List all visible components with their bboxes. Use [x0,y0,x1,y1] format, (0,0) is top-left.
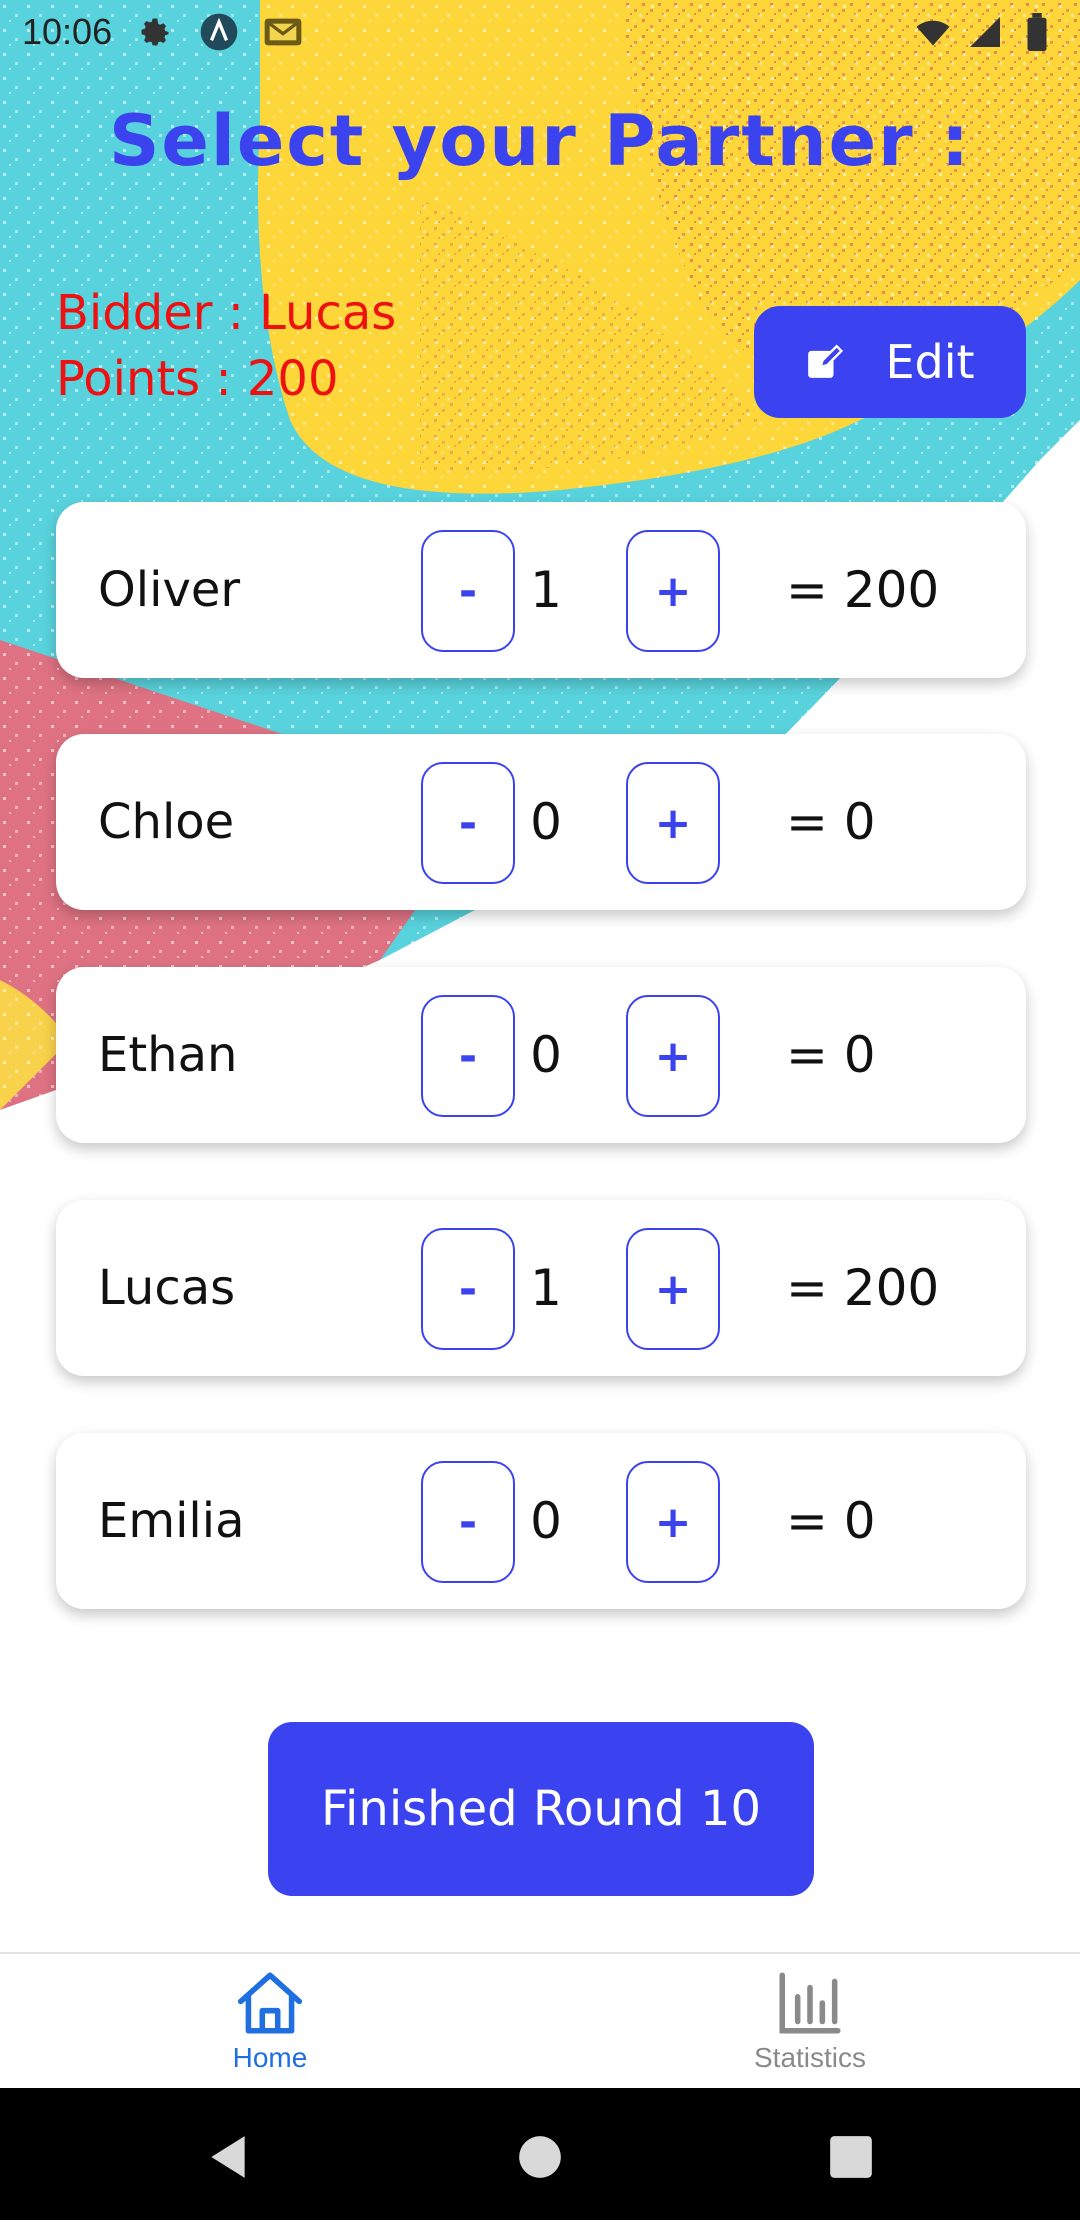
tab-statistics[interactable]: Statistics [660,1954,960,2090]
battery-icon [1016,11,1058,53]
player-card-emilia: Emilia - 0 + = 0 [56,1433,1026,1609]
home-icon [237,1972,303,2034]
decrement-button[interactable]: - [421,530,515,652]
player-card-chloe: Chloe - 0 + = 0 [56,734,1026,910]
signal-icon [964,11,1006,53]
edit-button[interactable]: Edit [754,306,1026,418]
player-count: 0 [530,793,562,851]
increment-button[interactable]: + [626,530,720,652]
edit-button-label: Edit [885,335,975,389]
increment-button[interactable]: + [626,995,720,1117]
player-name: Oliver [98,562,241,618]
status-bar: 10:06 [0,0,1080,64]
decrement-button[interactable]: - [421,995,515,1117]
back-icon[interactable] [203,2132,253,2182]
decrement-button[interactable]: - [421,1228,515,1350]
tab-home[interactable]: Home [120,1954,420,2090]
wifi-icon [912,11,954,53]
player-name: Emilia [98,1493,245,1549]
player-count: 0 [530,1026,562,1084]
player-card-ethan: Ethan - 0 + = 0 [56,967,1026,1143]
decrement-button[interactable]: - [421,1461,515,1583]
android-studio-icon [198,11,240,53]
bottom-nav: Home Statistics [0,1952,1080,2088]
bar-chart-icon [779,1972,841,2034]
player-name: Chloe [98,794,235,850]
bid-info: Bidder : Lucas Points : 200 [56,280,396,412]
player-total: = 200 [786,561,940,619]
system-nav-bar [0,2088,1080,2220]
player-count: 1 [530,561,562,619]
gear-icon [134,11,176,53]
points-label: Points : 200 [56,351,339,407]
edit-icon [805,343,844,381]
player-count: 0 [530,1492,562,1550]
player-total: = 0 [786,1026,876,1084]
status-time: 10:06 [22,11,113,52]
player-total: = 200 [786,1259,940,1317]
increment-button[interactable]: + [626,762,720,884]
decrement-button[interactable]: - [421,762,515,884]
player-card-oliver: Oliver - 1 + = 200 [56,502,1026,678]
finish-round-button[interactable]: Finished Round 10 [268,1722,814,1896]
mail-icon [262,11,304,53]
tab-home-label: Home [232,2042,308,2073]
player-name: Ethan [98,1027,238,1083]
player-total: = 0 [786,793,876,851]
player-total: = 0 [786,1492,876,1550]
player-card-lucas: Lucas - 1 + = 200 [56,1200,1026,1376]
player-count: 1 [530,1259,562,1317]
tab-statistics-label: Statistics [753,2042,867,2073]
player-name: Lucas [98,1260,236,1316]
bidder-label: Bidder : Lucas [56,285,397,341]
increment-button[interactable]: + [626,1228,720,1350]
increment-button[interactable]: + [626,1461,720,1583]
recents-icon[interactable] [826,2132,876,2182]
page-title: Select your Partner : [109,100,971,182]
home-circle-icon[interactable] [515,2132,565,2182]
